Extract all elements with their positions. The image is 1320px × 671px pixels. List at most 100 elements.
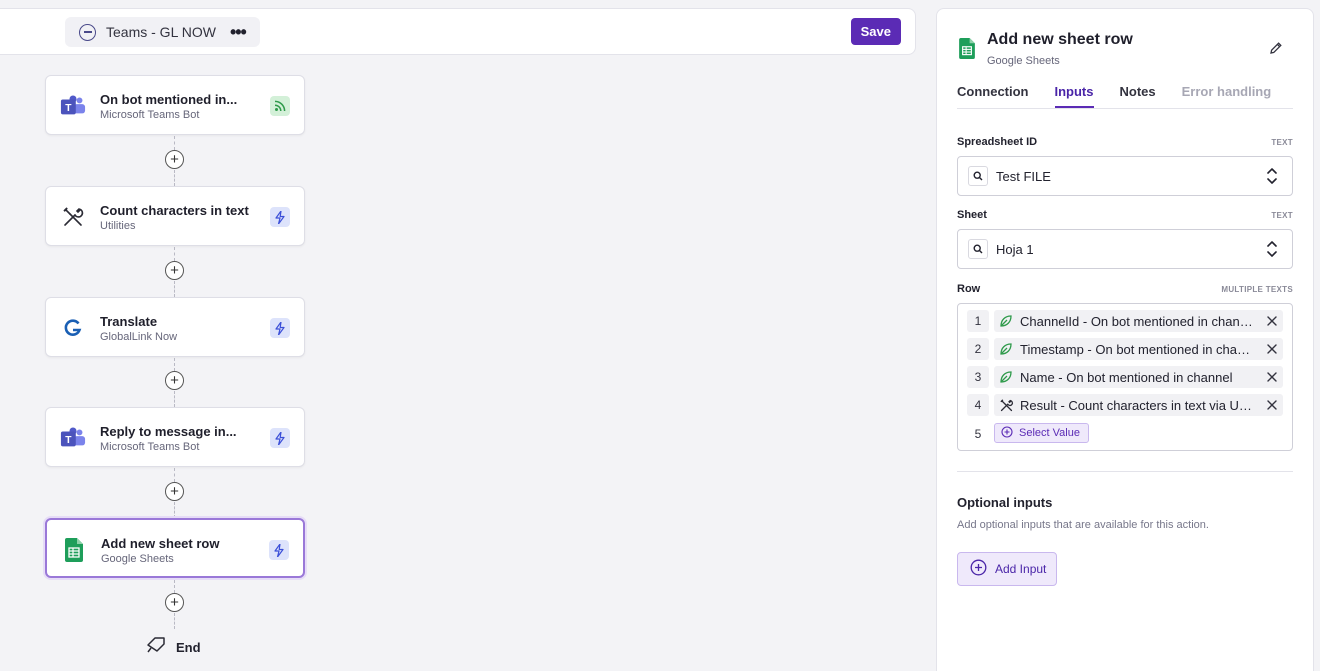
spreadsheet-id-type: TEXT — [1271, 138, 1293, 147]
remove-icon[interactable] — [1266, 398, 1278, 416]
bolt-icon — [270, 207, 290, 227]
optional-inputs-description: Add optional inputs that are available f… — [957, 519, 1209, 531]
connector-line — [174, 580, 175, 593]
save-button[interactable]: Save — [850, 18, 901, 45]
sheet-type: TEXT — [1271, 211, 1293, 220]
flow-node-translate[interactable]: Translate GlobalLink Now — [45, 297, 305, 357]
bolt-icon — [270, 318, 290, 338]
row-value-item: 3 Name - On bot mentioned in channel — [967, 366, 1283, 388]
plus-circle-icon — [970, 559, 987, 579]
add-step-button[interactable]: + — [165, 261, 184, 280]
node-subtitle: Utilities — [100, 220, 136, 232]
select-value-button[interactable]: Select Value — [994, 423, 1089, 443]
teams-leaf-icon — [998, 369, 1014, 385]
feed-icon — [270, 96, 290, 116]
edit-pencil-icon[interactable] — [1269, 41, 1283, 60]
remove-icon[interactable] — [1266, 342, 1278, 360]
node-title: Add new sheet row — [101, 536, 220, 551]
row-index: 5 — [974, 427, 982, 441]
panel-subtitle: Google Sheets — [987, 55, 1060, 67]
flow-node-add-sheet-row[interactable]: Add new sheet row Google Sheets — [45, 518, 305, 578]
connector-line — [174, 391, 175, 407]
add-step-button[interactable]: + — [165, 150, 184, 169]
search-icon — [968, 239, 988, 259]
row-value-text: Result - Count characters in text via Ut… — [1020, 397, 1253, 413]
flow-title-pill[interactable]: Teams - GL NOW ••• — [65, 17, 260, 47]
row-index: 3 — [967, 366, 989, 388]
spreadsheet-id-value: Test FILE — [996, 168, 1051, 184]
sheet-value: Hoja 1 — [996, 241, 1034, 257]
tab-inputs[interactable]: Inputs — [1054, 84, 1094, 108]
tab-notes[interactable]: Notes — [1120, 84, 1156, 108]
add-step-button[interactable]: + — [165, 482, 184, 501]
add-input-button[interactable]: Add Input — [957, 552, 1058, 586]
node-title: On bot mentioned in... — [100, 92, 238, 107]
flow-node-count-characters[interactable]: Count characters in text Utilities — [45, 186, 305, 246]
connector-line — [174, 170, 175, 186]
section-divider — [957, 471, 1293, 472]
globallink-icon — [60, 315, 86, 341]
row-values-list: 1 ChannelId - On bot mentioned in channe… — [957, 303, 1293, 451]
teams-leaf-icon — [998, 313, 1014, 329]
teams-icon: T — [60, 93, 86, 119]
collapse-icon[interactable] — [79, 23, 96, 41]
row-value-item: 2 Timestamp - On bot mentioned in channe… — [967, 338, 1283, 360]
connector-line — [174, 247, 175, 261]
spreadsheet-id-select[interactable]: Test FILE — [957, 156, 1293, 196]
connector-line — [174, 136, 175, 150]
google-sheets-icon — [61, 537, 87, 563]
connector-line — [174, 358, 175, 371]
spreadsheet-id-label: Spreadsheet ID — [957, 136, 1038, 148]
tools-icon — [60, 204, 86, 230]
select-value-label: Select Value — [1019, 427, 1080, 439]
optional-inputs-title: Optional inputs — [957, 495, 1053, 510]
node-title: Reply to message in... — [100, 424, 237, 439]
row-index: 2 — [967, 338, 989, 360]
flow-toolbar: Teams - GL NOW ••• Save — [0, 8, 916, 55]
node-title: Count characters in text — [100, 203, 249, 218]
row-value-text: Timestamp - On bot mentioned in channel — [1020, 341, 1253, 357]
node-title: Translate — [100, 314, 158, 329]
add-step-button[interactable]: + — [165, 593, 184, 612]
row-label: Row — [957, 283, 981, 295]
chevron-up-down-icon — [1266, 167, 1278, 190]
connector-line — [174, 502, 175, 518]
node-subtitle: Microsoft Teams Bot — [100, 109, 200, 121]
remove-icon[interactable] — [1266, 314, 1278, 332]
panel-title: Add new sheet row — [987, 31, 1133, 48]
row-value-chip[interactable]: Name - On bot mentioned in channel — [994, 366, 1283, 388]
connector-line — [174, 468, 175, 482]
end-label: End — [176, 640, 201, 655]
row-value-text: Name - On bot mentioned in channel — [1020, 369, 1233, 385]
search-icon — [968, 166, 988, 186]
remove-icon[interactable] — [1266, 370, 1278, 388]
tab-error-handling[interactable]: Error handling — [1182, 84, 1272, 108]
tools-icon — [998, 397, 1014, 413]
row-value-add-item: 5 Select Value — [967, 423, 1283, 445]
row-value-item: 4 Result - Count characters in text via … — [967, 394, 1283, 416]
chevron-up-down-icon — [1266, 240, 1278, 263]
node-subtitle: Google Sheets — [101, 553, 174, 565]
flow-node-reply-to-message[interactable]: T Reply to message in... Microsoft Teams… — [45, 407, 305, 467]
row-index: 1 — [967, 310, 989, 332]
sheet-select[interactable]: Hoja 1 — [957, 229, 1293, 269]
teams-icon: T — [60, 425, 86, 451]
connector-line — [174, 281, 175, 297]
row-value-chip[interactable]: Timestamp - On bot mentioned in channel — [994, 338, 1283, 360]
panel-tabs: Connection Inputs Notes Error handling — [957, 84, 1293, 109]
flow-end: End — [146, 636, 201, 659]
row-type: MULTIPLE TEXTS — [1221, 285, 1293, 294]
step-config-panel: Add new sheet row Google Sheets Connecti… — [936, 8, 1314, 671]
plus-circle-icon — [1001, 425, 1013, 441]
flow-title[interactable]: Teams - GL NOW — [106, 24, 216, 40]
add-step-button[interactable]: + — [165, 371, 184, 390]
tab-connection[interactable]: Connection — [957, 84, 1029, 108]
row-value-chip[interactable]: ChannelId - On bot mentioned in channel — [994, 310, 1283, 332]
flow-node-on-bot-mentioned[interactable]: T On bot mentioned in... Microsoft Teams… — [45, 75, 305, 135]
more-options-icon[interactable]: ••• — [230, 23, 247, 41]
node-subtitle: GlobalLink Now — [100, 331, 178, 343]
teams-leaf-icon — [998, 341, 1014, 357]
node-subtitle: Microsoft Teams Bot — [100, 441, 200, 453]
row-index: 4 — [967, 394, 989, 416]
row-value-chip[interactable]: Result - Count characters in text via Ut… — [994, 394, 1283, 416]
